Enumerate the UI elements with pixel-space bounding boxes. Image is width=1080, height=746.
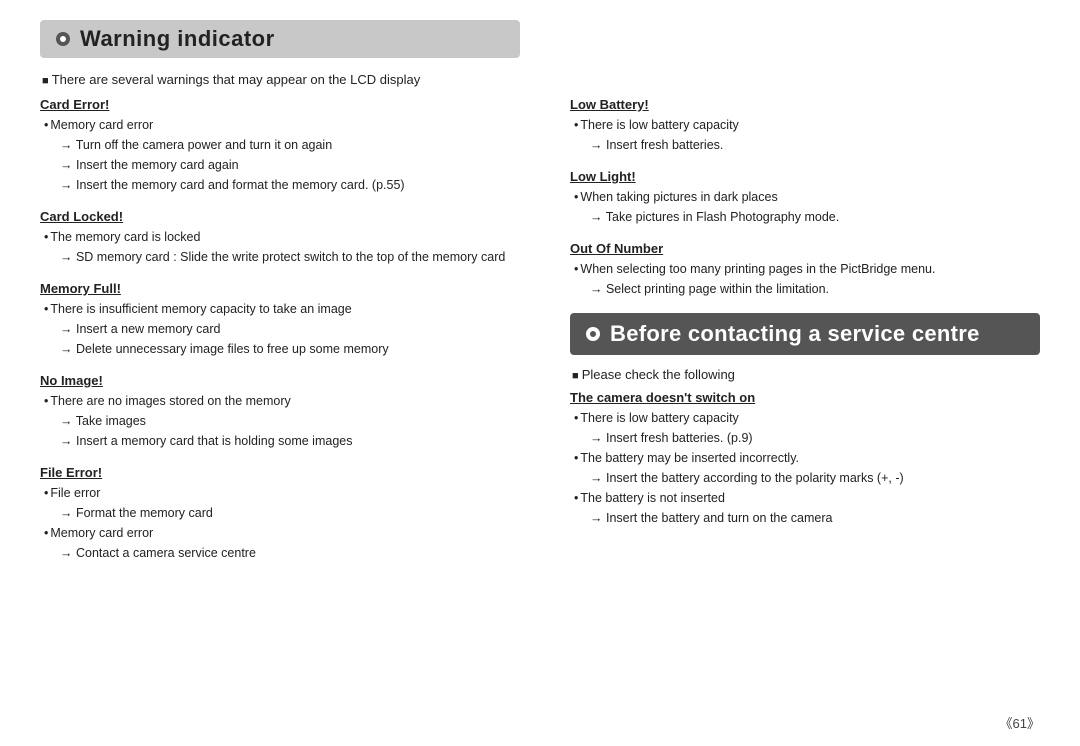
out-of-number-sub-1: → Select printing page within the limita… <box>574 279 1040 299</box>
right-column: Low Battery! There is low battery capaci… <box>570 97 1040 726</box>
warning-indicator-title-bar: Warning indicator <box>40 20 520 58</box>
no-image-content: There are no images stored on the memory… <box>40 391 540 451</box>
service-centre-title-bar: Before contacting a service centre <box>570 313 1040 355</box>
file-error-item-2: Memory card error <box>44 523 540 543</box>
camera-no-switch-item-2: The battery may be inserted incorrectly. <box>574 448 1040 468</box>
file-error-sub-2: → Contact a camera service centre <box>44 543 540 563</box>
memory-full-title: Memory Full! <box>40 281 540 296</box>
card-error-title: Card Error! <box>40 97 540 112</box>
low-light-content: When taking pictures in dark places → Ta… <box>570 187 1040 227</box>
camera-no-switch-content: There is low battery capacity → Insert f… <box>570 408 1040 528</box>
low-light-item-1: When taking pictures in dark places <box>574 187 1040 207</box>
low-battery-block: Low Battery! There is low battery capaci… <box>570 97 1040 155</box>
page: Warning indicator There are several warn… <box>0 0 1080 746</box>
bullet-circle-icon <box>56 32 70 46</box>
low-light-block: Low Light! When taking pictures in dark … <box>570 169 1040 227</box>
card-error-sub-1: → Turn off the camera power and turn it … <box>44 135 540 155</box>
file-error-content: File error → Format the memory card Memo… <box>40 483 540 563</box>
card-locked-content: The memory card is locked → SD memory ca… <box>40 227 540 267</box>
out-of-number-title: Out Of Number <box>570 241 1040 256</box>
file-error-sub-1: → Format the memory card <box>44 503 540 523</box>
low-light-sub-1: → Take pictures in Flash Photography mod… <box>574 207 1040 227</box>
page-number: 《61》 <box>1000 713 1040 732</box>
camera-no-switch-item-1: There is low battery capacity <box>574 408 1040 428</box>
card-error-item-1: Memory card error <box>44 115 540 135</box>
file-error-block: File Error! File error → Format the memo… <box>40 465 540 563</box>
no-image-sub-2: → Insert a memory card that is holding s… <box>44 431 540 451</box>
no-image-title: No Image! <box>40 373 540 388</box>
out-of-number-content: When selecting too many printing pages i… <box>570 259 1040 299</box>
file-error-item-1: File error <box>44 483 540 503</box>
camera-no-switch-title: The camera doesn't switch on <box>570 390 1040 405</box>
left-column: Card Error! Memory card error → Turn off… <box>40 97 540 726</box>
camera-no-switch-block: The camera doesn't switch on There is lo… <box>570 390 1040 528</box>
memory-full-block: Memory Full! There is insufficient memor… <box>40 281 540 359</box>
camera-no-switch-sub-2: → Insert the battery according to the po… <box>574 468 1040 488</box>
card-error-sub-2: → Insert the memory card again <box>44 155 540 175</box>
no-image-sub-1: → Take images <box>44 411 540 431</box>
card-locked-block: Card Locked! The memory card is locked →… <box>40 209 540 267</box>
card-locked-item-1: The memory card is locked <box>44 227 540 247</box>
card-locked-title: Card Locked! <box>40 209 540 224</box>
warning-intro-text: There are several warnings that may appe… <box>42 72 1040 87</box>
warning-indicator-title: Warning indicator <box>80 26 275 52</box>
service-centre-title: Before contacting a service centre <box>610 321 980 347</box>
memory-full-item-1: There is insufficient memory capacity to… <box>44 299 540 319</box>
card-error-block: Card Error! Memory card error → Turn off… <box>40 97 540 195</box>
low-battery-content: There is low battery capacity → Insert f… <box>570 115 1040 155</box>
card-error-sub-3: → Insert the memory card and format the … <box>44 175 540 195</box>
card-locked-sub-1: → SD memory card : Slide the write prote… <box>44 247 540 267</box>
memory-full-sub-2: → Delete unnecessary image files to free… <box>44 339 540 359</box>
no-image-block: No Image! There are no images stored on … <box>40 373 540 451</box>
file-error-title: File Error! <box>40 465 540 480</box>
camera-no-switch-sub-1: → Insert fresh batteries. (p.9) <box>574 428 1040 448</box>
camera-no-switch-item-3: The battery is not inserted <box>574 488 1040 508</box>
bullet-circle-white-icon <box>586 327 600 341</box>
memory-full-content: There is insufficient memory capacity to… <box>40 299 540 359</box>
out-of-number-block: Out Of Number When selecting too many pr… <box>570 241 1040 299</box>
low-battery-title: Low Battery! <box>570 97 1040 112</box>
main-columns: Card Error! Memory card error → Turn off… <box>40 97 1040 726</box>
service-centre-intro: Please check the following <box>572 367 1040 382</box>
card-error-content: Memory card error → Turn off the camera … <box>40 115 540 195</box>
low-light-title: Low Light! <box>570 169 1040 184</box>
camera-no-switch-sub-3: → Insert the battery and turn on the cam… <box>574 508 1040 528</box>
low-battery-item-1: There is low battery capacity <box>574 115 1040 135</box>
service-centre-section: Before contacting a service centre Pleas… <box>570 313 1040 528</box>
no-image-item-1: There are no images stored on the memory <box>44 391 540 411</box>
memory-full-sub-1: → Insert a new memory card <box>44 319 540 339</box>
out-of-number-item-1: When selecting too many printing pages i… <box>574 259 1040 279</box>
low-battery-sub-1: → Insert fresh batteries. <box>574 135 1040 155</box>
